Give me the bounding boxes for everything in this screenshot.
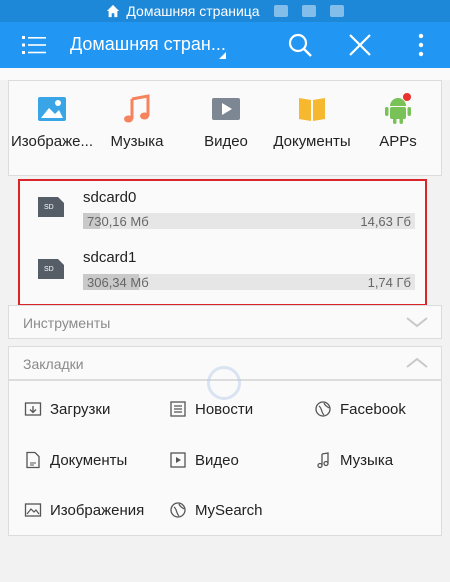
image-icon xyxy=(38,97,66,121)
category-video[interactable]: Видео xyxy=(181,93,271,150)
dropdown-corner-icon[interactable] xyxy=(219,52,226,59)
screen-icon xyxy=(329,5,344,17)
storage-used: 730,16 Мб xyxy=(87,214,149,229)
bookmark-music[interactable]: Музыка xyxy=(314,451,393,469)
globe-icon xyxy=(315,401,331,417)
sd-card-icon: SD xyxy=(38,259,64,279)
storage-total: 14,63 Гб xyxy=(360,214,411,229)
download-folder-icon xyxy=(24,402,42,416)
music-note-icon xyxy=(317,452,329,469)
storage-list: SD sdcard0 730,16 Мб 14,63 Гб SD sdcard1… xyxy=(18,179,427,306)
spacer xyxy=(0,68,450,80)
storage-name[interactable]: sdcard0 xyxy=(83,189,136,206)
bookmark-news[interactable]: Новости xyxy=(169,400,253,418)
picture-icon xyxy=(24,503,42,517)
svg-text:SD: SD xyxy=(44,266,54,273)
status-bar: Домашняя страница xyxy=(0,0,450,22)
sd-card-icon: SD xyxy=(38,197,64,217)
video-icon xyxy=(212,98,240,120)
location-title[interactable]: Домашняя стран... xyxy=(70,34,226,55)
documents-icon xyxy=(299,98,325,121)
category-images[interactable]: Изображе... xyxy=(7,93,97,150)
document-icon xyxy=(26,451,40,469)
category-panel: Изображе... Музыка Видео Документы APPs xyxy=(8,80,442,176)
video-file-icon xyxy=(170,452,186,468)
category-documents[interactable]: Документы xyxy=(267,93,357,150)
app-bar: Домашняя стран... xyxy=(0,22,450,68)
bookmarks-label: Закладки xyxy=(23,356,84,372)
bookmark-mysearch[interactable]: MySearch xyxy=(169,501,263,519)
storage-used: 306,34 Мб xyxy=(87,275,149,290)
printer-icon xyxy=(301,5,316,17)
storage-usage-bar: 306,34 Мб 1,74 Гб xyxy=(83,274,415,290)
category-apps[interactable]: APPs xyxy=(353,93,443,150)
search-icon[interactable] xyxy=(287,32,313,58)
status-title: Домашняя страница xyxy=(126,3,260,19)
music-icon xyxy=(124,94,150,123)
bookmark-video[interactable]: Видео xyxy=(169,451,239,469)
bookmarks-grid: Загрузки Новости Facebook Документы Виде… xyxy=(8,380,442,536)
chevron-down-icon[interactable] xyxy=(405,314,429,330)
more-options-icon[interactable] xyxy=(408,32,434,58)
home-icon xyxy=(107,4,120,18)
bookmark-downloads[interactable]: Загрузки xyxy=(24,400,110,418)
category-music[interactable]: Музыка xyxy=(92,93,182,150)
storage-usage-bar: 730,16 Мб 14,63 Гб xyxy=(83,213,415,229)
notification-icon xyxy=(273,5,288,17)
tools-label: Инструменты xyxy=(23,315,111,331)
svg-text:SD: SD xyxy=(44,204,54,211)
menu-icon[interactable] xyxy=(22,34,46,56)
news-icon xyxy=(170,401,186,417)
storage-name[interactable]: sdcard1 xyxy=(83,249,136,266)
chevron-up-icon[interactable] xyxy=(405,355,429,371)
loading-spinner xyxy=(207,366,241,400)
bookmark-images[interactable]: Изображения xyxy=(24,501,144,519)
bookmark-documents[interactable]: Документы xyxy=(24,451,127,469)
close-icon[interactable] xyxy=(347,32,373,58)
storage-total: 1,74 Гб xyxy=(367,275,411,290)
bookmark-facebook[interactable]: Facebook xyxy=(314,400,406,418)
globe-icon xyxy=(170,502,186,518)
tools-section-header[interactable]: Инструменты xyxy=(8,305,442,339)
android-icon xyxy=(385,93,411,124)
